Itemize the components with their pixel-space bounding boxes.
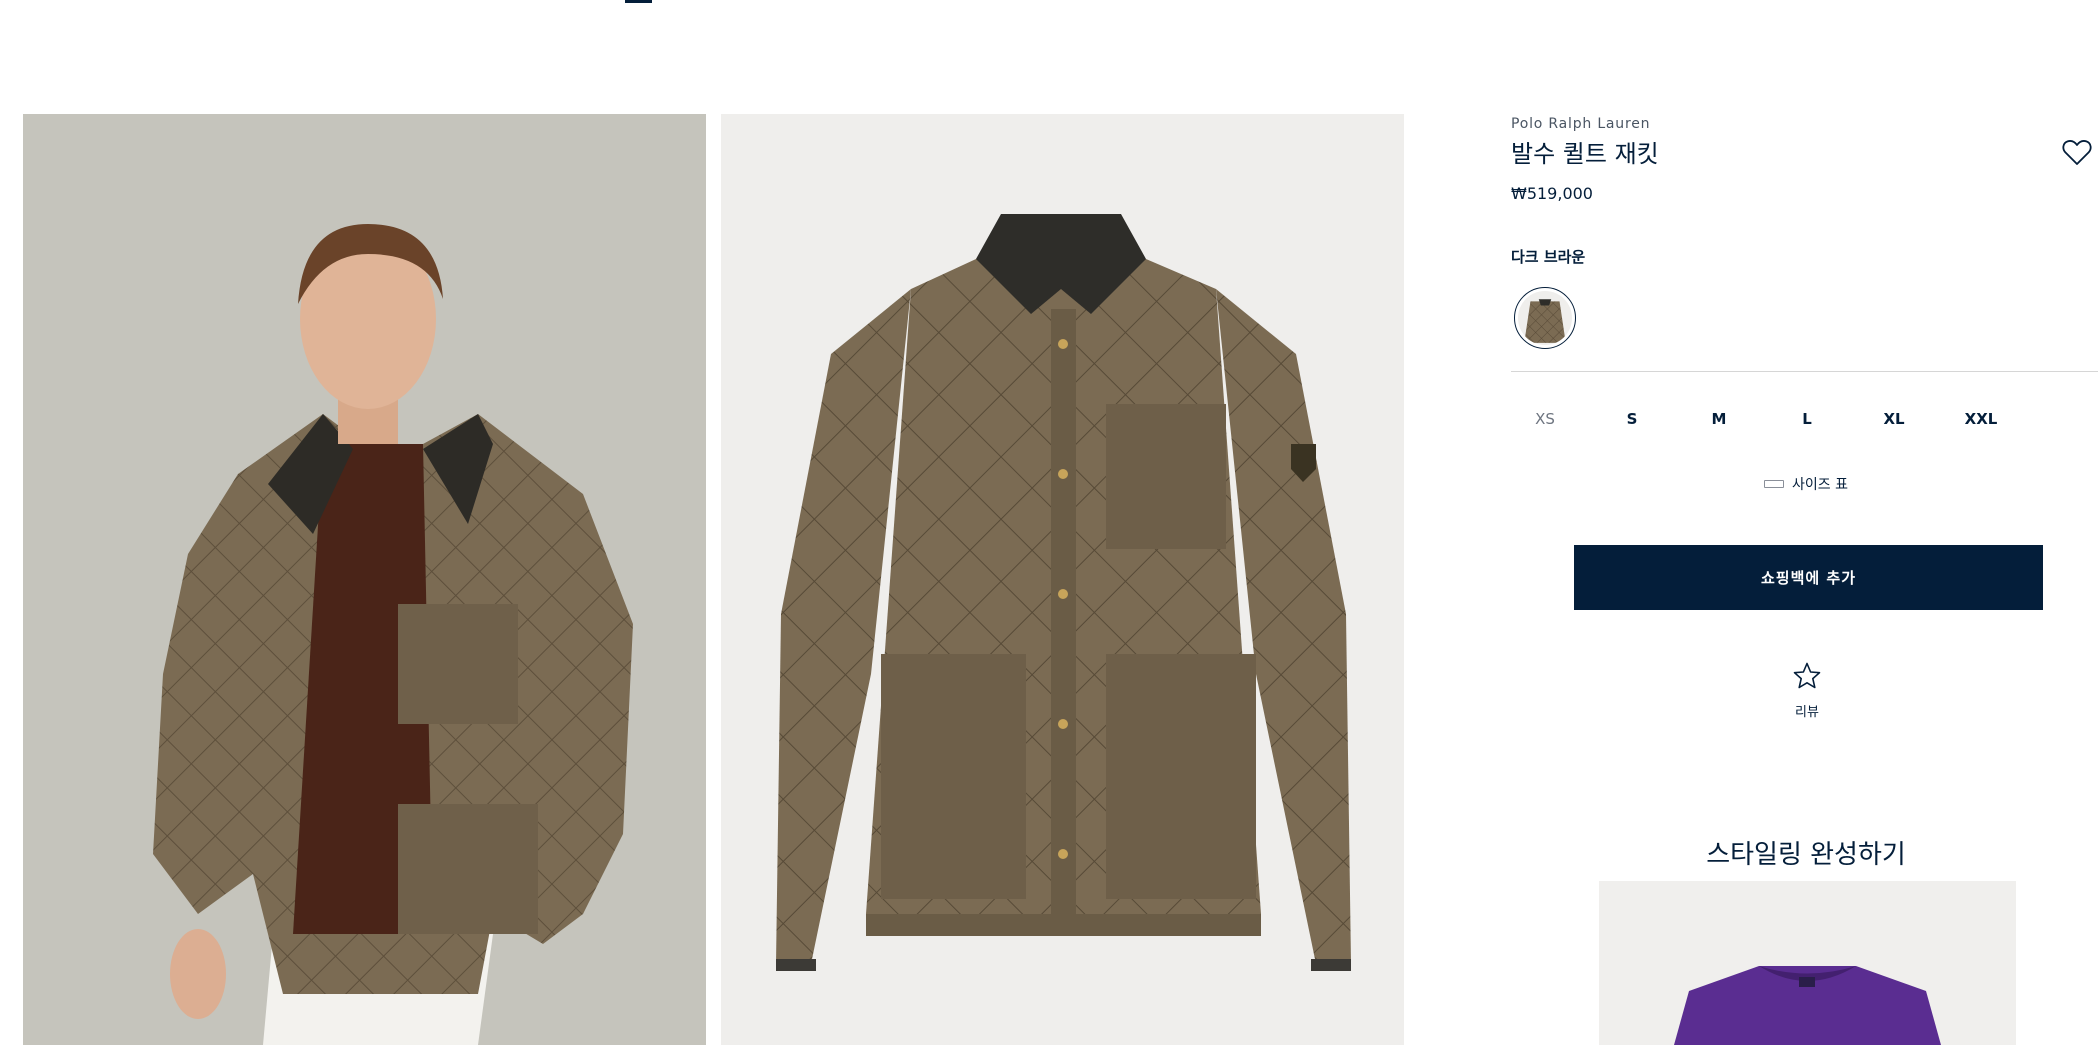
size-chart-link[interactable]: 사이즈 표 [1511,474,2098,494]
section-divider [1511,371,2098,372]
color-swatch-dark-brown[interactable] [1514,287,1576,349]
ruler-icon [1764,480,1784,488]
heart-icon [2062,140,2092,165]
model-photo-graphic [23,114,706,1045]
wishlist-button[interactable] [2062,138,2092,166]
brand-name: Polo Ralph Lauren [1511,116,1651,132]
product-image-flat[interactable] [721,114,1404,1045]
size-option-xs[interactable]: XS [1510,404,1580,434]
product-photo-graphic [721,114,1404,1045]
size-option-s[interactable]: S [1597,404,1667,434]
nav-active-indicator [625,0,652,3]
sweater-image [1599,881,2016,1045]
complete-the-look-title: 스타일링 완성하기 [1706,840,1906,870]
jacket-swatch-thumbnail [1518,291,1572,345]
size-option-m[interactable]: M [1684,404,1754,434]
recommended-product-card[interactable] [1599,881,2016,1045]
product-image-model[interactable] [23,114,706,1045]
product-price: ₩519,000 [1511,184,1593,203]
product-info-panel: Polo Ralph Lauren 발수 퀼트 재킷 ₩519,000 다크 브… [1511,114,2098,1045]
size-option-xl[interactable]: XL [1859,404,1929,434]
reviews-button[interactable]: 리뷰 [1775,661,1839,720]
size-selector: XS S M L XL XXL [1511,404,2011,434]
size-option-l[interactable]: L [1772,404,1842,434]
selected-color-name: 다크 브라운 [1511,248,1586,266]
product-title: 발수 퀼트 재킷 [1511,140,1659,168]
star-icon [1793,662,1821,689]
reviews-label: 리뷰 [1795,705,1819,720]
size-chart-label: 사이즈 표 [1792,477,1848,493]
add-to-bag-button[interactable]: 쇼핑백에 추가 [1574,545,2043,610]
size-option-xxl[interactable]: XXL [1946,404,2016,434]
